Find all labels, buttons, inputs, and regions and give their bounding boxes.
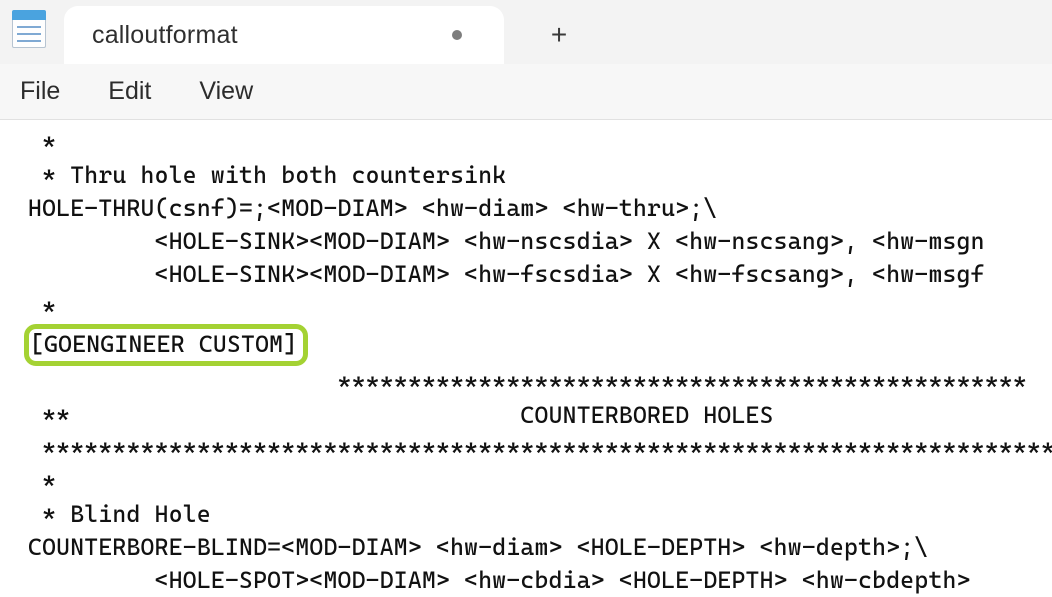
code-line: ** COUNTERBORED HOLES	[28, 401, 774, 429]
code-line: ****************************************…	[28, 368, 1027, 396]
tab-active[interactable]: calloutformat	[64, 6, 504, 64]
menu-file[interactable]: File	[20, 77, 60, 106]
code-line: *	[28, 467, 56, 495]
highlighted-section-header: [GOENGINEER CUSTOM]	[24, 324, 308, 366]
title-bar: calloutformat +	[0, 0, 1052, 64]
modified-dot-icon	[452, 30, 462, 40]
notepad-icon	[12, 10, 46, 50]
code-line: <HOLE-SINK><MOD-DIAM> <hw-nscsdia> X <hw…	[28, 227, 985, 255]
code-line: <HOLE-SPOT><MOD-DIAM> <hw-cbdia> <HOLE-D…	[28, 566, 971, 594]
menu-bar: File Edit View	[0, 64, 1052, 120]
editor-content[interactable]: * * Thru hole with both countersink HOLE…	[0, 120, 1052, 597]
code-line: COUNTERBORE-BLIND=<MOD-DIAM> <hw-diam> <…	[28, 533, 928, 561]
code-line: <HOLE-SINK><MOD-DIAM> <hw-fscsdia> X <hw…	[28, 260, 985, 288]
new-tab-button[interactable]: +	[534, 10, 584, 60]
code-line: ****************************************…	[28, 434, 1052, 462]
menu-edit[interactable]: Edit	[108, 77, 151, 106]
menu-view[interactable]: View	[199, 77, 253, 106]
code-line: HOLE-THRU(csnf)=;<MOD-DIAM> <hw-diam> <h…	[28, 194, 717, 222]
code-line: * Thru hole with both countersink	[28, 161, 506, 189]
code-line: *	[28, 128, 56, 156]
code-line: * Blind Hole	[28, 500, 211, 528]
code-line: *	[28, 293, 56, 321]
tab-title: calloutformat	[92, 21, 238, 50]
